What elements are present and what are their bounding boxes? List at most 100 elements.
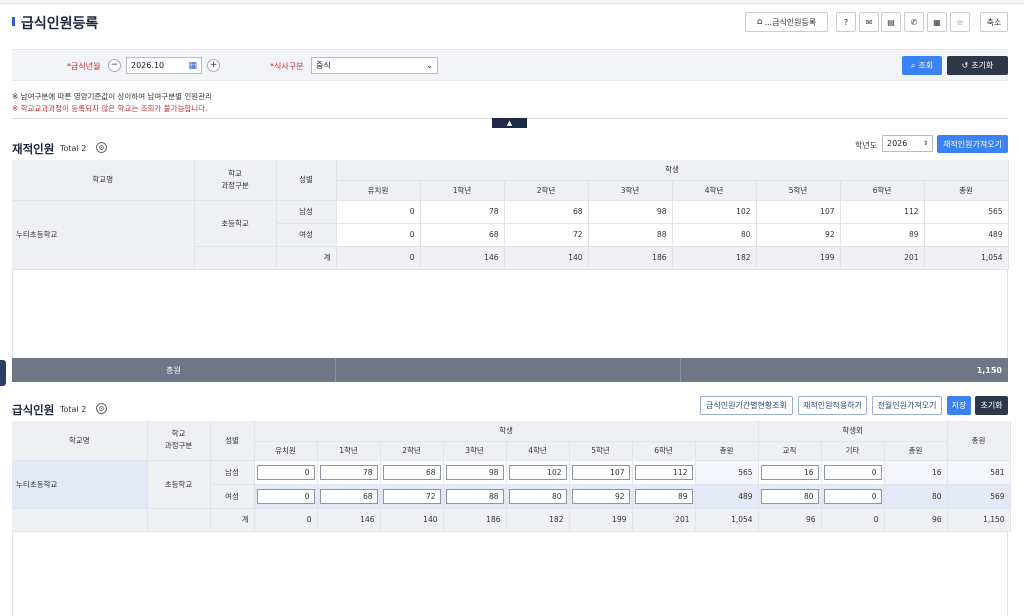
col-gender: 성별 (276, 160, 337, 201)
kinder-input[interactable]: 0 (256, 464, 315, 480)
col-grade4: 4학년 (672, 180, 757, 201)
col-course: 학교 과정구분 (194, 160, 277, 201)
sum-cell: 201 (632, 508, 696, 532)
sum-cell: 146 (420, 246, 505, 270)
message-icon[interactable]: ✉ (859, 12, 879, 32)
col-grade5: 5학년 (756, 180, 841, 201)
sum-cell: 1,054 (695, 508, 759, 532)
search-icon: ⌕ (910, 60, 916, 70)
grade3-input[interactable]: 88 (445, 488, 504, 504)
calendar-picker-icon[interactable]: ▦ (188, 61, 197, 71)
value-cell: 489 (924, 223, 1009, 247)
sum-cell: 182 (506, 508, 570, 532)
note-curriculum: ※ 학교교과과정이 등록되지 않은 학교는 조회가 불가능합니다. (12, 104, 208, 113)
grade1-input[interactable]: 78 (319, 464, 378, 480)
table-row[interactable]: 누티초등학교 초등학교 남성 0 78 68 98 102 107 112 56… (12, 460, 1011, 509)
table-row[interactable]: 누티초등학교 초등학교 남성 0 78 68 98 102 107 112 56… (12, 200, 1009, 270)
apply-enrolled-button[interactable]: 재적인원적용하기 (798, 396, 867, 415)
meals-reset-button[interactable]: 초기화 (975, 396, 1008, 415)
shrink-button[interactable]: 축소 (980, 12, 1008, 32)
gender-cell: 남성 (276, 200, 337, 224)
gear-icon[interactable]: ⚙ (96, 403, 107, 414)
school-name-cell: 누티초등학교 (12, 460, 148, 509)
col-grade3: 3학년 (443, 441, 507, 461)
sum-cell: 182 (672, 246, 757, 270)
star-icon[interactable]: ☆ (950, 12, 970, 32)
gear-icon[interactable]: ⚙ (96, 142, 107, 153)
grand-total-value: 1,150 (976, 366, 1002, 375)
kinder-input[interactable]: 0 (256, 488, 315, 504)
grade5-input[interactable]: 107 (571, 464, 630, 480)
col-student-group: 학생 (254, 421, 759, 442)
value-cell: 78 (420, 200, 505, 224)
col-grand-total: 총원 (947, 421, 1011, 461)
sum-cell: 0 (336, 246, 421, 270)
col-outside-group: 학생외 (758, 421, 948, 442)
sum-cell: 146 (317, 508, 381, 532)
side-panel-toggle[interactable] (0, 360, 6, 386)
col-grade1: 1학년 (420, 180, 505, 201)
grade2-input[interactable]: 72 (382, 488, 441, 504)
reset-button[interactable]: ↺ 초기화 (947, 56, 1008, 75)
grade3-input[interactable]: 98 (445, 464, 504, 480)
enrolled-total: Total 2 (60, 144, 87, 153)
meals-section-title: 급식인원 (12, 403, 55, 417)
sum-label: 계 (276, 246, 337, 270)
year-label: 학년도 (855, 141, 878, 150)
grade6-input[interactable]: 89 (634, 488, 693, 504)
course-cell: 초등학교 (147, 460, 211, 509)
gender-cell: 여성 (210, 484, 255, 509)
fetch-prev-month-button[interactable]: 전월인원가져오기 (872, 396, 942, 415)
prev-month-button[interactable]: − (108, 59, 121, 72)
value-cell: 102 (672, 200, 757, 224)
sum-cell: 199 (569, 508, 633, 532)
search-button-label: 조회 (918, 61, 934, 70)
fetch-enrolled-button[interactable]: 재적인원가져오기 (937, 135, 1008, 153)
grade4-input[interactable]: 102 (508, 464, 567, 480)
grade1-input[interactable]: 68 (319, 488, 378, 504)
value-cell: 92 (756, 223, 841, 247)
spinner-icon[interactable]: ⇕ (923, 140, 928, 147)
grade6-input[interactable]: 112 (634, 464, 693, 480)
document-icon[interactable]: ▤ (881, 12, 901, 32)
sum-cell: 0 (254, 508, 318, 532)
value-cell: 89 (840, 223, 925, 247)
grade2-input[interactable]: 68 (382, 464, 441, 480)
enrolled-table: 학교명 학교 과정구분 성별 학생 유치원 1학년 2학년 3학년 4학년 5학… (12, 160, 1009, 270)
next-month-button[interactable]: + (207, 59, 220, 72)
other-input[interactable]: 0 (823, 488, 882, 504)
date-value: 2026.10 (131, 61, 165, 70)
grade5-input[interactable]: 92 (571, 488, 630, 504)
other-input[interactable]: 0 (823, 464, 882, 480)
staff-input[interactable]: 80 (760, 488, 819, 504)
col-staff: 교직 (758, 441, 822, 461)
table-empty-area (12, 532, 1008, 616)
col-kinder: 유치원 (336, 180, 421, 201)
value-cell: 98 (588, 200, 673, 224)
col-grade3: 3학년 (588, 180, 673, 201)
period-status-button[interactable]: 급식인원기간별현황조회 (700, 396, 793, 415)
date-field[interactable]: 2026.10 ▦ (126, 57, 202, 74)
breadcrumb-button[interactable]: ⌂ ...급식인원등록 (745, 12, 828, 32)
sum-cell: 1,054 (924, 246, 1009, 270)
col-grade1: 1학년 (317, 441, 381, 461)
phone-icon[interactable]: ✆ (904, 12, 924, 32)
breadcrumb-label: ...급식인원등록 (764, 17, 817, 27)
staff-input[interactable]: 16 (760, 464, 819, 480)
calendar-icon[interactable]: ▦ (927, 12, 947, 32)
sum-cell: 96 (758, 508, 822, 532)
meal-type-select[interactable]: 중식 ⌄ (311, 57, 438, 74)
collapse-toggle-button[interactable]: ▲ (492, 118, 527, 128)
sum-label: 계 (210, 508, 255, 532)
help-icon[interactable]: ? (836, 12, 856, 32)
year-spinner[interactable]: 2026 ⇕ (882, 135, 933, 152)
col-course: 학교 과정구분 (147, 421, 211, 461)
grand-total-bar: 총원 1,150 (12, 358, 1008, 382)
grade4-input[interactable]: 80 (508, 488, 567, 504)
save-button[interactable]: 저장 (947, 396, 971, 415)
outside-total-cell: 16 (884, 460, 948, 485)
sum-cell: 0 (821, 508, 885, 532)
search-button[interactable]: ⌕ 조회 (902, 56, 942, 75)
grand-total-label: 총원 (12, 358, 336, 382)
col-gender: 성별 (210, 421, 255, 461)
